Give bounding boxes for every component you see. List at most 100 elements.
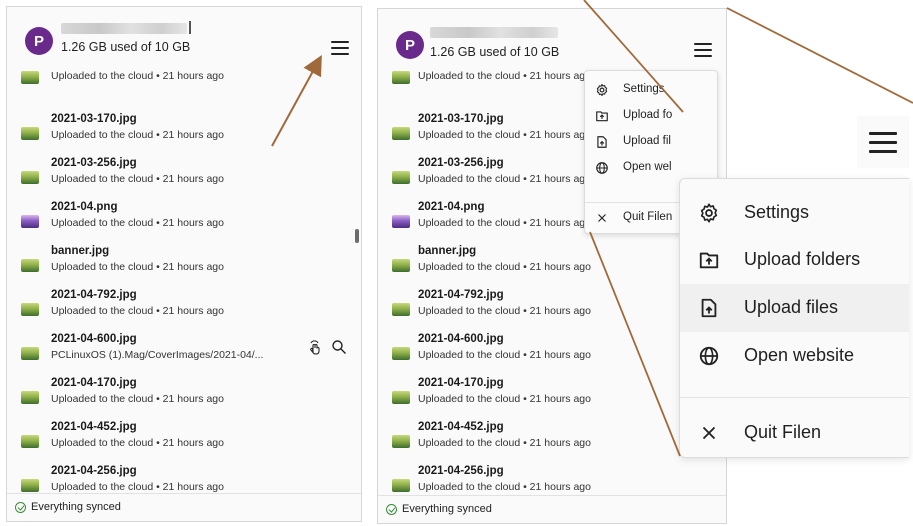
file-status: Uploaded to the cloud • 21 hours ago xyxy=(51,129,224,141)
menu-divider xyxy=(680,397,909,398)
file-status: Uploaded to the cloud • 21 hours ago xyxy=(51,393,224,405)
file-name: 2021-04-452.jpg xyxy=(418,421,504,433)
menu-item-label: Quit Filen xyxy=(744,422,822,442)
check-circle-icon xyxy=(15,502,26,513)
file-upload-icon xyxy=(597,136,607,148)
file-status: Uploaded to the cloud • 21 hours ago xyxy=(51,70,224,82)
globe-icon xyxy=(596,162,608,174)
zoom-guide-line xyxy=(726,7,913,104)
gear-icon xyxy=(700,203,718,223)
list-item[interactable]: 2021-04-452.jpg Uploaded to the cloud • … xyxy=(7,419,361,463)
file-name: 2021-04-256.jpg xyxy=(418,465,504,477)
list-item[interactable]: 2021-04-792.jpg Uploaded to the cloud • … xyxy=(378,287,726,331)
list-item[interactable]: banner.jpg Uploaded to the cloud • 21 ho… xyxy=(378,243,726,287)
list-item[interactable]: 2021-03-256.jpg Uploaded to the cloud • … xyxy=(7,155,361,199)
file-name: 2021-03-256.jpg xyxy=(51,157,137,169)
image-thumbnail-icon xyxy=(21,479,39,492)
list-item[interactable]: banner.jpg Uploaded to the cloud • 21 ho… xyxy=(7,243,361,287)
file-name: 2021-03-170.jpg xyxy=(418,113,504,125)
list-item[interactable]: 2021-04-256.jpg Uploaded to the cloud • … xyxy=(378,463,726,495)
avatar[interactable]: P xyxy=(25,27,53,55)
filen-window-left: P 1.26 GB used of 10 GB Uploaded to the … xyxy=(6,6,362,522)
search-icon[interactable] xyxy=(331,339,347,355)
list-item[interactable]: 2021-03-170.jpg Uploaded to the cloud • … xyxy=(7,111,361,155)
image-thumbnail-icon xyxy=(392,215,410,228)
scrollbar-thumb[interactable] xyxy=(355,229,359,243)
image-thumbnail-icon xyxy=(21,303,39,316)
file-name: banner.jpg xyxy=(418,245,477,257)
image-thumbnail-icon xyxy=(392,171,410,184)
menu-item-upload-files[interactable]: Upload fil xyxy=(585,129,717,155)
menu-item-upload-files[interactable]: Upload files xyxy=(680,284,909,332)
menu-item-settings[interactable]: Settings xyxy=(680,189,909,237)
name-cursor-mark xyxy=(189,21,191,34)
file-status: Uploaded to the cloud • 21 hours ago xyxy=(418,349,591,361)
list-item[interactable]: 2021-04-256.jpg Uploaded to the cloud • … xyxy=(7,463,361,493)
account-header: P 1.26 GB used of 10 GB xyxy=(7,7,361,69)
close-icon xyxy=(598,214,606,222)
gear-icon xyxy=(596,83,608,97)
file-status: Uploaded to the cloud • 21 hours ago xyxy=(51,173,224,185)
menu-item-settings[interactable]: Settings xyxy=(585,77,717,103)
file-status: Uploaded to the cloud • 21 hours ago xyxy=(418,393,591,405)
list-item[interactable]: 2021-04-170.jpg Uploaded to the cloud • … xyxy=(378,375,726,419)
image-thumbnail-icon xyxy=(21,391,39,404)
account-header: P 1.26 GB used of 10 GB xyxy=(378,9,726,71)
close-icon xyxy=(702,426,716,440)
hamburger-menu-button[interactable] xyxy=(867,130,899,156)
storage-usage: 1.26 GB used of 10 GB xyxy=(61,40,191,54)
check-circle-icon xyxy=(386,504,397,515)
status-bar: Everything synced xyxy=(7,493,361,521)
file-status: Uploaded to the cloud • 21 hours ago xyxy=(51,217,224,229)
list-item[interactable]: 2021-04-792.jpg Uploaded to the cloud • … xyxy=(7,287,361,331)
menu-item-label: Upload files xyxy=(744,297,839,317)
list-item[interactable]: 2021-04-170.jpg Uploaded to the cloud • … xyxy=(7,375,361,419)
sync-status: Everything synced xyxy=(402,503,492,515)
image-thumbnail-icon xyxy=(392,479,410,492)
hamburger-menu-button[interactable] xyxy=(329,39,351,57)
menu-item-label: Settings xyxy=(744,202,810,222)
list-item[interactable]: 2021-04-452.jpg Uploaded to the cloud • … xyxy=(378,419,726,463)
menu-item-label: Settings xyxy=(623,83,665,95)
menu-item-upload-folders[interactable]: Upload folders xyxy=(680,236,909,284)
list-item[interactable]: 2021-04.png Uploaded to the cloud • 21 h… xyxy=(7,199,361,243)
sync-status: Everything synced xyxy=(31,501,121,513)
image-thumbnail-icon xyxy=(392,347,410,360)
file-path: PCLinuxOS (1).Mag/CoverImages/2021-04/..… xyxy=(51,349,264,361)
file-name: 2021-04-792.jpg xyxy=(418,289,504,301)
file-name: 2021-04-256.jpg xyxy=(51,465,137,477)
menu-item-label: Open website xyxy=(744,345,855,365)
globe-icon xyxy=(699,346,719,366)
file-status: Uploaded to the cloud • 21 hours ago xyxy=(51,305,224,317)
image-thumbnail-icon xyxy=(21,259,39,272)
menu-item-upload-folders[interactable]: Upload fo xyxy=(585,103,717,129)
image-thumbnail-icon xyxy=(392,391,410,404)
image-thumbnail-icon xyxy=(21,171,39,184)
list-item-hovered[interactable]: 2021-04-600.jpg PCLinuxOS (1).Mag/CoverI… xyxy=(7,331,361,375)
folder-upload-icon xyxy=(699,252,719,269)
file-upload-icon xyxy=(701,298,717,318)
file-name: 2021-04-170.jpg xyxy=(51,377,137,389)
menu-item-open-website[interactable]: Open website xyxy=(680,332,909,380)
list-item[interactable]: Uploaded to the cloud • 21 hours ago xyxy=(7,69,361,97)
image-thumbnail-icon xyxy=(392,71,410,84)
image-thumbnail-icon xyxy=(392,127,410,140)
file-list: Uploaded to the cloud • 21 hours ago 202… xyxy=(7,69,361,493)
file-status: Uploaded to the cloud • 21 hours ago xyxy=(418,71,591,82)
file-name: 2021-04-600.jpg xyxy=(51,333,137,345)
file-status: Uploaded to the cloud • 21 hours ago xyxy=(418,173,591,185)
image-thumbnail-icon xyxy=(392,259,410,272)
menu-item-label: Upload folders xyxy=(744,249,861,269)
list-item[interactable]: 2021-04-600.jpg Uploaded to the cloud • … xyxy=(378,331,726,375)
folder-upload-icon xyxy=(596,111,608,122)
file-name: 2021-03-256.jpg xyxy=(418,157,504,169)
hamburger-menu-button[interactable] xyxy=(692,41,714,59)
menu-item-quit[interactable]: Quit Filen xyxy=(680,409,909,457)
storage-usage: 1.26 GB used of 10 GB xyxy=(430,45,560,59)
open-pointer-icon[interactable] xyxy=(307,339,323,355)
avatar[interactable]: P xyxy=(396,31,424,59)
image-thumbnail-icon xyxy=(21,347,39,360)
file-status: Uploaded to the cloud • 21 hours ago xyxy=(51,481,224,493)
file-name: 2021-04.png xyxy=(418,201,485,213)
status-bar: Everything synced xyxy=(378,495,726,523)
